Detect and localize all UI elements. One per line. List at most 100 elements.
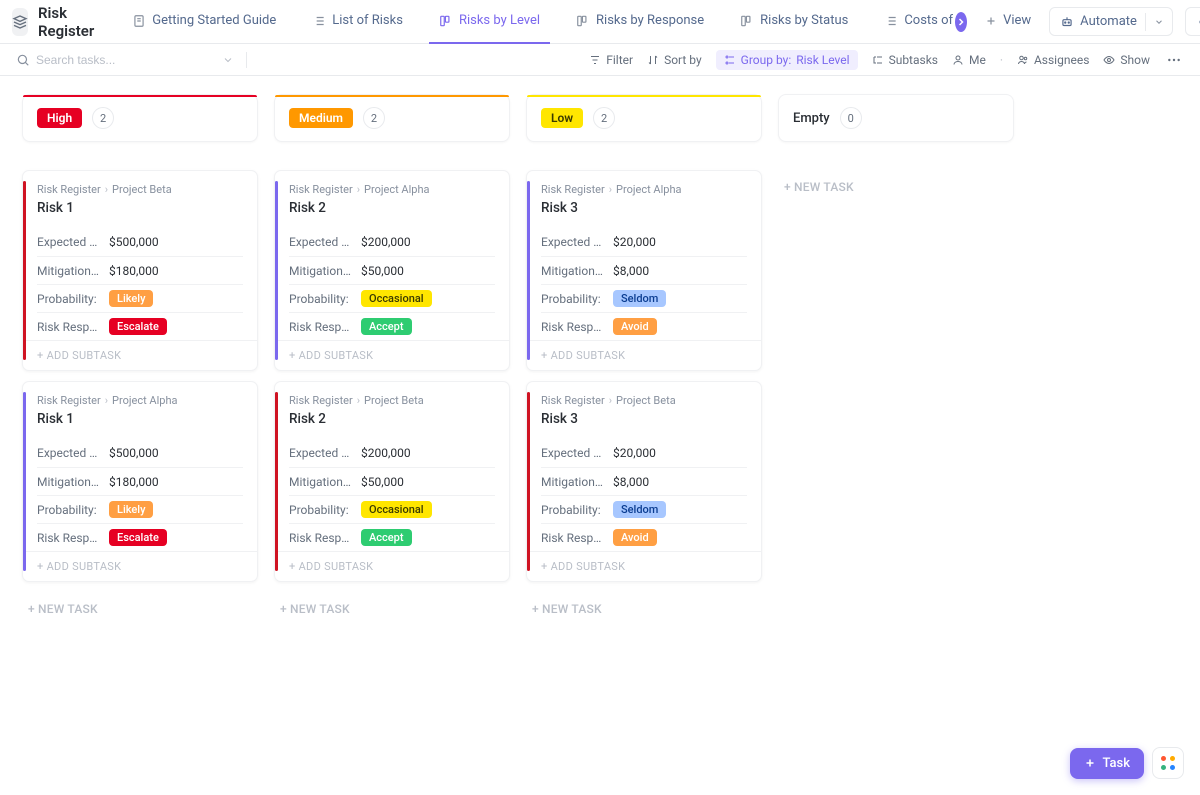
assignees-button[interactable]: Assignees (1017, 53, 1089, 67)
column-header[interactable]: Low 2 (526, 94, 762, 142)
tab-label: List of Risks (332, 13, 403, 28)
crumb-parent: Risk Register (37, 183, 101, 196)
field-value: $20,000 (613, 235, 656, 249)
field-mitigation: Mitigation ...$8,000 (541, 467, 747, 495)
tab-overflow-button[interactable] (955, 12, 967, 32)
field-label: Mitigation ... (541, 264, 605, 278)
automate-button-group: Automate (1049, 7, 1173, 36)
field-mitigation: Mitigation ...$180,000 (37, 467, 243, 495)
doc-icon (132, 14, 146, 28)
board: High2 Risk Register›Project BetaRisk 1Exp… (0, 76, 1200, 644)
add-subtask-button[interactable]: + ADD SUBTASK (23, 340, 257, 370)
fab-apps[interactable] (1152, 747, 1184, 779)
column-header[interactable]: High2 (22, 94, 258, 142)
field-label: Expected C... (37, 235, 101, 249)
card-title: Risk 1 (37, 411, 243, 427)
task-card[interactable]: Risk Register›Project BetaRisk 3Expected… (526, 381, 762, 582)
task-card[interactable]: Risk Register›Project AlphaRisk 2Expecte… (274, 170, 510, 371)
field-label: Risk Respo... (37, 531, 101, 545)
tab-risks-by-status[interactable]: Risks by Status (730, 0, 858, 44)
add-subtask-button[interactable]: + ADD SUBTASK (275, 551, 509, 581)
tab-label: Risks by Response (596, 13, 704, 28)
response-pill: Escalate (109, 318, 167, 335)
response-pill: Avoid (613, 318, 657, 335)
field-label: Probability: (541, 292, 605, 306)
crumb-parent: Risk Register (289, 394, 353, 407)
tab-label: Risks by Level (459, 13, 540, 28)
field-value: $50,000 (361, 264, 404, 278)
add-subtask-button[interactable]: + ADD SUBTASK (527, 551, 761, 581)
field-label: Expected C... (37, 446, 101, 460)
column-header[interactable]: Medium2 (274, 94, 510, 142)
column-count: 2 (593, 107, 615, 129)
probability-pill: Likely (109, 501, 153, 518)
automate-chevron[interactable] (1145, 13, 1172, 31)
chevron-down-icon[interactable] (222, 54, 234, 66)
crumb-project: Project Beta (364, 394, 424, 407)
group-prefix: Group by: (741, 53, 792, 67)
field-value: $50,000 (361, 475, 404, 489)
page-icon[interactable] (12, 8, 28, 36)
tab-risks-by-level[interactable]: Risks by Level (429, 0, 550, 44)
show-button[interactable]: Show (1103, 53, 1150, 67)
card-list: Risk Register›Project BetaRisk 1Expected… (22, 170, 258, 626)
column-header[interactable]: Empty0 (778, 94, 1014, 142)
me-button[interactable]: Me (952, 53, 986, 67)
add-subtask-button[interactable]: + ADD SUBTASK (527, 340, 761, 370)
task-card[interactable]: Risk Register›Project AlphaRisk 3Expecte… (526, 170, 762, 371)
crumb-project: Project Beta (616, 394, 676, 407)
probability-pill: Seldom (613, 501, 666, 518)
new-task-button[interactable]: + NEW TASK (274, 592, 510, 626)
toolbar: Filter Sort by Group by: Risk Level Subt… (0, 44, 1200, 76)
group-value: Risk Level (796, 53, 849, 67)
column-empty: Empty0 + NEW TASK (778, 94, 1014, 204)
field-response: Risk Respo...Escalate (37, 523, 243, 551)
probability-pill: Occasional (361, 501, 432, 518)
tab-costs-of[interactable]: Costs of (874, 0, 955, 44)
field-label: Risk Respo... (289, 531, 353, 545)
me-label: Me (969, 53, 986, 67)
board-icon (740, 14, 754, 28)
subtasks-button[interactable]: Subtasks (872, 53, 938, 67)
field-value: $20,000 (613, 446, 656, 460)
sort-icon (647, 54, 659, 66)
task-card[interactable]: Risk Register›Project BetaRisk 1Expected… (22, 170, 258, 371)
add-subtask-button[interactable]: + ADD SUBTASK (23, 551, 257, 581)
field-value: $180,000 (109, 264, 159, 278)
probability-pill: Likely (109, 290, 153, 307)
search-input[interactable] (36, 53, 176, 67)
crumb-project: Project Alpha (364, 183, 429, 196)
column-tag: Low (541, 108, 583, 128)
more-button[interactable] (1164, 50, 1184, 70)
sort-button[interactable]: Sort by (647, 53, 702, 67)
fab-new-task[interactable]: Task (1070, 748, 1144, 779)
top-bar: Risk Register Getting Started Guide List… (0, 0, 1200, 44)
add-subtask-button[interactable]: + ADD SUBTASK (275, 340, 509, 370)
add-view-button[interactable]: View (971, 0, 1041, 44)
new-task-button[interactable]: + NEW TASK (778, 170, 1014, 204)
crumb-project: Project Beta (112, 183, 172, 196)
crumb-parent: Risk Register (37, 394, 101, 407)
share-button[interactable]: Share (1185, 7, 1200, 36)
field-label: Risk Respo... (541, 320, 605, 334)
show-label: Show (1120, 53, 1150, 67)
card-list: Risk Register›Project AlphaRisk 3Expecte… (526, 170, 762, 626)
field-expected: Expected C...$20,000 (541, 228, 747, 256)
group-by-button[interactable]: Group by: Risk Level (716, 50, 858, 70)
task-card[interactable]: Risk Register›Project AlphaRisk 1Expecte… (22, 381, 258, 582)
field-expected: Expected C...$500,000 (37, 439, 243, 467)
field-label: Mitigation ... (541, 475, 605, 489)
field-label: Probability: (289, 292, 353, 306)
board-icon (576, 14, 590, 28)
tab-list-of-risks[interactable]: List of Risks (302, 0, 413, 44)
tab-risks-by-response[interactable]: Risks by Response (566, 0, 714, 44)
task-card[interactable]: Risk Register›Project BetaRisk 2Expected… (274, 381, 510, 582)
field-value: $8,000 (613, 264, 649, 278)
new-task-button[interactable]: + NEW TASK (22, 592, 258, 626)
new-task-button[interactable]: + NEW TASK (526, 592, 762, 626)
tab-getting-started[interactable]: Getting Started Guide (122, 0, 286, 44)
filter-button[interactable]: Filter (589, 53, 633, 67)
automate-button[interactable]: Automate (1050, 8, 1145, 35)
people-icon (1017, 54, 1029, 66)
field-probability: Probability:Likely (37, 495, 243, 523)
